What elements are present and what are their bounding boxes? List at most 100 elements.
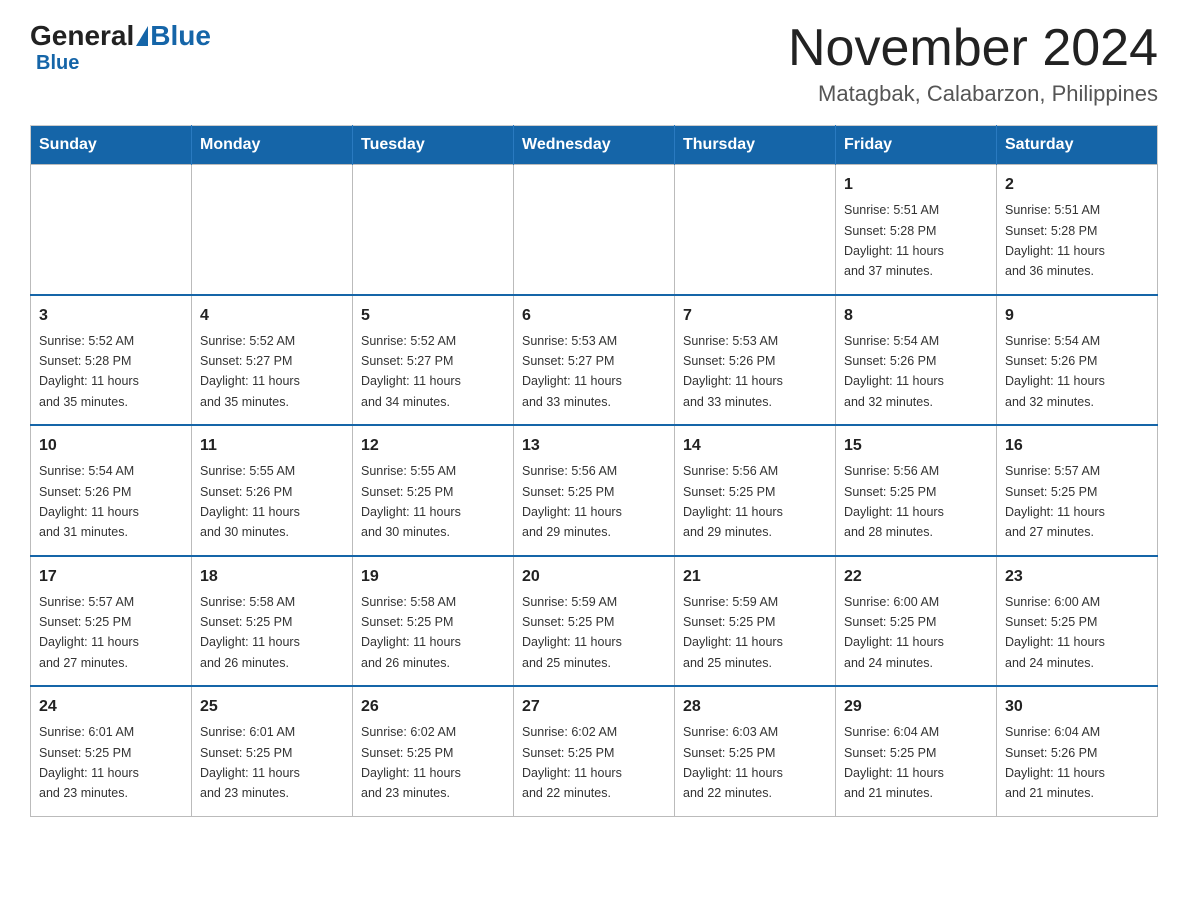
calendar-cell: 11 Sunrise: 5:55 AM Sunset: 5:26 PM Dayli… [192,425,353,556]
logo-triangle-icon [136,26,148,46]
weekday-header-friday: Friday [836,126,997,165]
day-info: Sunrise: 5:59 AM Sunset: 5:25 PM Dayligh… [683,595,783,670]
calendar-cell: 27 Sunrise: 6:02 AM Sunset: 5:25 PM Dayli… [514,686,675,816]
calendar-cell: 15 Sunrise: 5:56 AM Sunset: 5:25 PM Dayli… [836,425,997,556]
day-info: Sunrise: 5:58 AM Sunset: 5:25 PM Dayligh… [361,595,461,670]
calendar-header: SundayMondayTuesdayWednesdayThursdayFrid… [31,126,1158,165]
day-info: Sunrise: 5:52 AM Sunset: 5:28 PM Dayligh… [39,334,139,409]
logo-underline: Blue [36,52,79,75]
day-number: 11 [200,434,344,458]
day-info: Sunrise: 5:55 AM Sunset: 5:26 PM Dayligh… [200,464,300,539]
day-number: 14 [683,434,827,458]
day-info: Sunrise: 5:57 AM Sunset: 5:25 PM Dayligh… [1005,464,1105,539]
calendar-cell: 12Sunrise: 5:55 AM Sunset: 5:25 PM Dayli… [353,425,514,556]
calendar-cell: 8 Sunrise: 5:54 AM Sunset: 5:26 PM Daylig… [836,295,997,426]
day-number: 5 [361,304,505,328]
calendar-cell: 23 Sunrise: 6:00 AM Sunset: 5:25 PM Dayli… [997,556,1158,687]
day-number: 30 [1005,695,1149,719]
calendar-body: 1 Sunrise: 5:51 AM Sunset: 5:28 PM Daylig… [31,165,1158,817]
calendar-cell: 10 Sunrise: 5:54 AM Sunset: 5:26 PM Dayli… [31,425,192,556]
day-number: 29 [844,695,988,719]
calendar-cell: 13 Sunrise: 5:56 AM Sunset: 5:25 PM Dayli… [514,425,675,556]
calendar-week-row: 17Sunrise: 5:57 AM Sunset: 5:25 PM Dayli… [31,556,1158,687]
day-info: Sunrise: 6:00 AM Sunset: 5:25 PM Dayligh… [844,595,944,670]
calendar-week-row: 3 Sunrise: 5:52 AM Sunset: 5:28 PM Daylig… [31,295,1158,426]
day-number: 25 [200,695,344,719]
calendar-cell: 25Sunrise: 6:01 AM Sunset: 5:25 PM Dayli… [192,686,353,816]
calendar-week-row: 1 Sunrise: 5:51 AM Sunset: 5:28 PM Daylig… [31,165,1158,295]
calendar-cell: 24 Sunrise: 6:01 AM Sunset: 5:25 PM Dayli… [31,686,192,816]
calendar-cell: 17Sunrise: 5:57 AM Sunset: 5:25 PM Dayli… [31,556,192,687]
calendar-subtitle: Matagbak, Calabarzon, Philippines [788,81,1158,107]
day-number: 21 [683,565,827,589]
day-info: Sunrise: 6:02 AM Sunset: 5:25 PM Dayligh… [522,725,622,800]
day-number: 13 [522,434,666,458]
day-number: 2 [1005,173,1149,197]
weekday-header-sunday: Sunday [31,126,192,165]
calendar-cell: 28 Sunrise: 6:03 AM Sunset: 5:25 PM Dayli… [675,686,836,816]
day-number: 22 [844,565,988,589]
day-info: Sunrise: 6:04 AM Sunset: 5:26 PM Dayligh… [1005,725,1105,800]
calendar-cell: 26Sunrise: 6:02 AM Sunset: 5:25 PM Dayli… [353,686,514,816]
calendar-cell: 3 Sunrise: 5:52 AM Sunset: 5:28 PM Daylig… [31,295,192,426]
calendar-cell [31,165,192,295]
calendar-cell [353,165,514,295]
day-number: 20 [522,565,666,589]
day-info: Sunrise: 6:00 AM Sunset: 5:25 PM Dayligh… [1005,595,1105,670]
day-info: Sunrise: 5:56 AM Sunset: 5:25 PM Dayligh… [683,464,783,539]
day-info: Sunrise: 5:58 AM Sunset: 5:25 PM Dayligh… [200,595,300,670]
calendar-cell: 9Sunrise: 5:54 AM Sunset: 5:26 PM Daylig… [997,295,1158,426]
logo-blue: Blue [150,20,211,52]
day-info: Sunrise: 5:53 AM Sunset: 5:27 PM Dayligh… [522,334,622,409]
calendar-cell: 21 Sunrise: 5:59 AM Sunset: 5:25 PM Dayli… [675,556,836,687]
weekday-header-thursday: Thursday [675,126,836,165]
day-info: Sunrise: 5:54 AM Sunset: 5:26 PM Dayligh… [39,464,139,539]
calendar-cell: 30 Sunrise: 6:04 AM Sunset: 5:26 PM Dayli… [997,686,1158,816]
calendar-cell: 22 Sunrise: 6:00 AM Sunset: 5:25 PM Dayli… [836,556,997,687]
calendar-cell [192,165,353,295]
calendar-cell: 18Sunrise: 5:58 AM Sunset: 5:25 PM Dayli… [192,556,353,687]
day-number: 26 [361,695,505,719]
day-info: Sunrise: 6:04 AM Sunset: 5:25 PM Dayligh… [844,725,944,800]
day-number: 1 [844,173,988,197]
calendar-cell: 2 Sunrise: 5:51 AM Sunset: 5:28 PM Daylig… [997,165,1158,295]
day-number: 10 [39,434,183,458]
day-number: 23 [1005,565,1149,589]
day-number: 16 [1005,434,1149,458]
day-number: 24 [39,695,183,719]
day-number: 3 [39,304,183,328]
day-info: Sunrise: 6:01 AM Sunset: 5:25 PM Dayligh… [39,725,139,800]
calendar-cell: 14 Sunrise: 5:56 AM Sunset: 5:25 PM Dayli… [675,425,836,556]
day-info: Sunrise: 5:57 AM Sunset: 5:25 PM Dayligh… [39,595,139,670]
day-number: 28 [683,695,827,719]
day-number: 8 [844,304,988,328]
day-number: 7 [683,304,827,328]
day-info: Sunrise: 6:03 AM Sunset: 5:25 PM Dayligh… [683,725,783,800]
calendar-cell: 19 Sunrise: 5:58 AM Sunset: 5:25 PM Dayli… [353,556,514,687]
calendar-cell [675,165,836,295]
calendar-week-row: 24 Sunrise: 6:01 AM Sunset: 5:25 PM Dayli… [31,686,1158,816]
calendar-title: November 2024 [788,20,1158,77]
weekday-header-monday: Monday [192,126,353,165]
day-info: Sunrise: 5:54 AM Sunset: 5:26 PM Dayligh… [844,334,944,409]
day-number: 4 [200,304,344,328]
day-info: Sunrise: 5:56 AM Sunset: 5:25 PM Dayligh… [844,464,944,539]
day-number: 19 [361,565,505,589]
day-info: Sunrise: 5:51 AM Sunset: 5:28 PM Dayligh… [1005,203,1105,278]
calendar-cell: 1Sunrise: 5:51 AM Sunset: 5:28 PM Daylig… [836,165,997,295]
calendar-cell: 4 Sunrise: 5:52 AM Sunset: 5:27 PM Daylig… [192,295,353,426]
calendar-cell [514,165,675,295]
day-info: Sunrise: 5:56 AM Sunset: 5:25 PM Dayligh… [522,464,622,539]
page-header: General Blue Blue November 2024 Matagbak… [30,20,1158,107]
calendar-cell: 20Sunrise: 5:59 AM Sunset: 5:25 PM Dayli… [514,556,675,687]
day-number: 15 [844,434,988,458]
calendar-week-row: 10 Sunrise: 5:54 AM Sunset: 5:26 PM Dayli… [31,425,1158,556]
logo-general: General [30,20,134,52]
day-number: 6 [522,304,666,328]
calendar-cell: 16 Sunrise: 5:57 AM Sunset: 5:25 PM Dayli… [997,425,1158,556]
day-number: 27 [522,695,666,719]
weekday-header-row: SundayMondayTuesdayWednesdayThursdayFrid… [31,126,1158,165]
calendar-table: SundayMondayTuesdayWednesdayThursdayFrid… [30,125,1158,817]
weekday-header-tuesday: Tuesday [353,126,514,165]
day-info: Sunrise: 5:52 AM Sunset: 5:27 PM Dayligh… [200,334,300,409]
